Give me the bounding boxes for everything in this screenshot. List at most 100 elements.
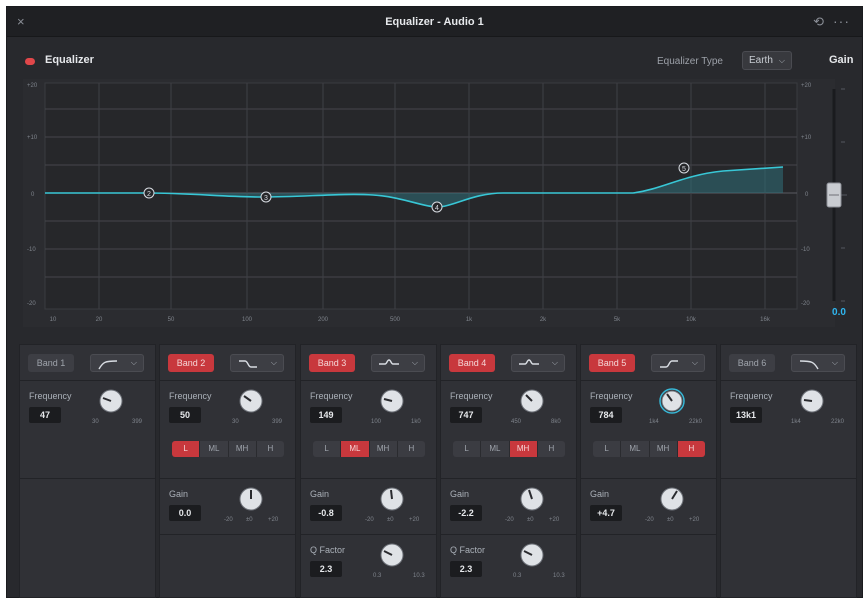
band-3-gain-knob[interactable]: [378, 485, 406, 513]
band-2-frequency-knob[interactable]: [237, 387, 265, 415]
bell-icon: [379, 359, 399, 365]
band-3-frequency-value[interactable]: 149: [310, 407, 342, 423]
eq-graph[interactable]: 2 3 4 5 +20 +10 0 -10 -20 +20 +10 0 -10 …: [23, 79, 835, 327]
band-2-filter-type-dropdown[interactable]: ⌵: [230, 354, 284, 372]
frequency-label: Frequency: [310, 391, 353, 401]
band-marker-2-label: 2: [147, 191, 151, 198]
band-5-toggle[interactable]: Band 5: [589, 354, 635, 372]
band-2-gain-mid: ±0: [246, 517, 253, 523]
gain-slider-handle[interactable]: [826, 182, 842, 208]
gain-label: Gain: [310, 489, 330, 499]
band-6-toggle[interactable]: Band 6: [729, 354, 775, 372]
band-3-filter-type-dropdown[interactable]: ⌵: [371, 354, 425, 372]
gain-slider[interactable]: [819, 85, 859, 325]
q-factor-label: Q Factor: [310, 545, 346, 555]
band-4-q-value[interactable]: 2.3: [450, 561, 482, 577]
band-5-frequency-knob[interactable]: [658, 387, 686, 415]
range-button-l[interactable]: L: [593, 441, 622, 457]
band-4-filter-type-dropdown[interactable]: ⌵: [511, 354, 565, 372]
range-button-h[interactable]: H: [537, 441, 565, 457]
band-marker-2[interactable]: 2: [143, 187, 155, 199]
range-button-ml[interactable]: ML: [200, 441, 229, 457]
range-button-mh[interactable]: MH: [228, 441, 257, 457]
reset-icon[interactable]: ⟲: [813, 7, 824, 37]
equalizer-enable-toggle[interactable]: [25, 58, 35, 65]
band-5-gain-section: Gain +4.7 -20 ±0 +20: [581, 479, 716, 535]
gain-title: Gain: [829, 54, 854, 66]
band-1-frequency-knob[interactable]: [97, 387, 125, 415]
equalizer-label: Equalizer: [45, 54, 94, 66]
band-marker-3[interactable]: 3: [260, 191, 272, 203]
band-5-gain-knob[interactable]: [658, 485, 686, 513]
band-4-gain-knob[interactable]: [518, 485, 546, 513]
band-3-q-knob[interactable]: [378, 541, 406, 569]
range-button-h[interactable]: H: [397, 441, 425, 457]
band-1-freq-max: 399: [132, 419, 143, 425]
band-4-frequency-value[interactable]: 747: [450, 407, 482, 423]
band-2-gain-knob[interactable]: [237, 485, 265, 513]
range-button-ml[interactable]: ML: [341, 441, 370, 457]
equalizer-type-value: Earth: [749, 55, 773, 66]
band-4-gain-max: +20: [549, 517, 560, 523]
band-4-frequency-section: Frequency 747 450 8k0 L ML MH H: [441, 381, 576, 479]
chevron-down-icon: ⌵: [691, 358, 698, 367]
x-tick: 10k: [686, 317, 697, 323]
band-1-filter-type-dropdown[interactable]: ⌵: [90, 354, 144, 372]
more-options-icon[interactable]: ···: [833, 7, 850, 35]
band-2-frequency-value[interactable]: 50: [169, 407, 201, 423]
gain-value[interactable]: 0.0: [825, 307, 853, 318]
band-3-freq-max: 1k0: [411, 419, 421, 425]
band-2-panel: Band 2 ⌵ Frequency 50 30 399 L ML MH H G…: [159, 344, 296, 598]
band-3-gain-section: Gain -0.8 -20 ±0 +20: [301, 479, 436, 535]
y-right-tick: -20: [801, 301, 810, 307]
band-3-q-min: 0.3: [373, 573, 382, 579]
band-3-q-value[interactable]: 2.3: [310, 561, 342, 577]
band-3-frequency-knob[interactable]: [378, 387, 406, 415]
band-2-toggle[interactable]: Band 2: [168, 354, 214, 372]
band-5-gain-mid: ±0: [667, 517, 674, 523]
range-button-mh[interactable]: MH: [649, 441, 678, 457]
band-6-filter-type-dropdown[interactable]: ⌵: [791, 354, 845, 372]
equalizer-type-dropdown[interactable]: Earth ⌵: [742, 51, 792, 70]
band-2-gain-max: +20: [268, 517, 279, 523]
range-button-h[interactable]: H: [677, 441, 705, 457]
range-button-mh[interactable]: MH: [369, 441, 398, 457]
band-3-toggle[interactable]: Band 3: [309, 354, 355, 372]
band-marker-5[interactable]: 5: [678, 162, 690, 174]
band-4-q-knob[interactable]: [518, 541, 546, 569]
range-button-l[interactable]: L: [172, 441, 201, 457]
band-5-filter-type-dropdown[interactable]: ⌵: [651, 354, 705, 372]
band-5-freq-min: 1k4: [649, 419, 659, 425]
band-6-freq-min: 1k4: [791, 419, 801, 425]
band-3-gain-value[interactable]: -0.8: [310, 505, 342, 521]
low-shelf-icon: [239, 360, 257, 368]
band-5-gain-max: +20: [689, 517, 700, 523]
band-2-gain-value[interactable]: 0.0: [169, 505, 201, 521]
band-4-gain-mid: ±0: [527, 517, 534, 523]
band-6-frequency-value[interactable]: 13k1: [730, 407, 762, 423]
low-cut-icon: [98, 360, 118, 370]
range-button-l[interactable]: L: [313, 441, 342, 457]
range-button-l[interactable]: L: [453, 441, 482, 457]
range-button-ml[interactable]: ML: [621, 441, 650, 457]
band-6-frequency-knob[interactable]: [798, 387, 826, 415]
band-3-gain-max: +20: [409, 517, 420, 523]
band-2-header: Band 2 ⌵: [160, 345, 295, 381]
gain-label: Gain: [590, 489, 610, 499]
band-5-frequency-value[interactable]: 784: [590, 407, 622, 423]
range-button-mh[interactable]: MH: [509, 441, 538, 457]
band-1-toggle[interactable]: Band 1: [28, 354, 74, 372]
band-3-panel: Band 3 ⌵ Frequency 149 100 1k0 L ML MH H: [300, 344, 437, 598]
band-1-frequency-value[interactable]: 47: [29, 407, 61, 423]
x-tick: 500: [390, 317, 401, 323]
q-factor-label: Q Factor: [450, 545, 486, 555]
band-marker-4[interactable]: 4: [431, 201, 443, 213]
band-4-toggle[interactable]: Band 4: [449, 354, 495, 372]
band-4-gain-value[interactable]: -2.2: [450, 505, 482, 521]
band-6-freq-max: 22k0: [831, 419, 845, 425]
band-5-gain-min: -20: [645, 517, 654, 523]
band-5-gain-value[interactable]: +4.7: [590, 505, 622, 521]
range-button-ml[interactable]: ML: [481, 441, 510, 457]
band-4-frequency-knob[interactable]: [518, 387, 546, 415]
range-button-h[interactable]: H: [256, 441, 284, 457]
